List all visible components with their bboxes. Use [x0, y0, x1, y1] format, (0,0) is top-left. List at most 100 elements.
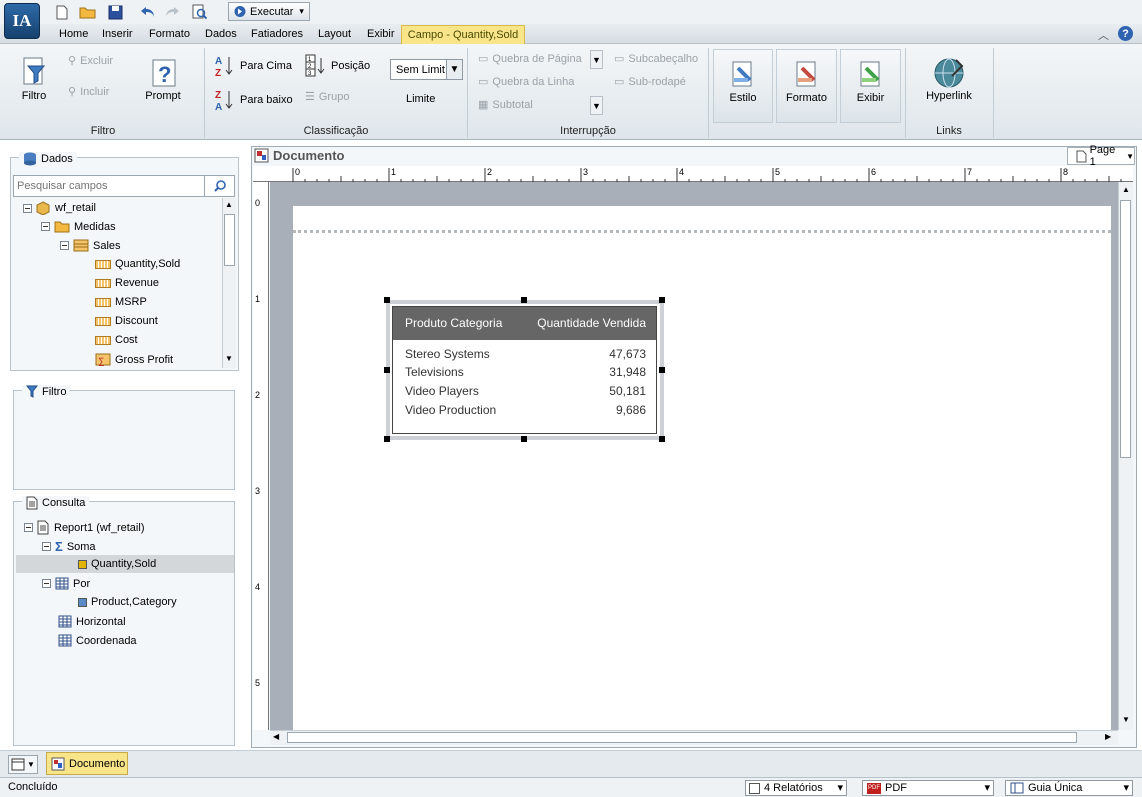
table-row[interactable]: Televisions 31,948 [393, 365, 656, 384]
tab-dados[interactable]: Dados [205, 28, 237, 40]
resize-handle[interactable] [521, 436, 527, 442]
resize-handle[interactable] [384, 297, 390, 303]
app-logo[interactable]: IA [4, 3, 40, 39]
guide-dropdown[interactable]: Guia Única [1005, 780, 1133, 796]
redo-icon[interactable] [162, 3, 181, 21]
scroll-thumb[interactable] [224, 214, 235, 266]
print-preview-icon[interactable] [190, 3, 209, 21]
tree-item-cost[interactable]: Cost [95, 334, 138, 346]
chevron-down-icon[interactable]: ▼ [446, 60, 462, 79]
tree-item-soma[interactable]: Σ Soma [42, 539, 96, 554]
scroll-thumb[interactable] [1120, 200, 1131, 458]
tree-item-por-product-category[interactable]: Product,Category [78, 596, 177, 608]
scroll-down-icon[interactable]: ▼ [225, 354, 233, 363]
header-produto-categoria[interactable]: Produto Categoria [405, 316, 502, 330]
search-input[interactable] [14, 176, 204, 196]
document-vertical-scrollbar[interactable]: ▲ ▼ [1118, 182, 1133, 730]
group-button[interactable]: ☰ Grupo [305, 90, 349, 104]
resize-handle[interactable] [659, 367, 665, 373]
tree-item-quantity-sold[interactable]: Quantity,Sold [95, 258, 180, 270]
collapse-icon[interactable] [24, 523, 33, 532]
tree-scrollbar[interactable]: ▲ ▼ [222, 198, 236, 368]
table-row[interactable]: Video Players 50,181 [393, 384, 656, 403]
help-icon[interactable]: ? [1118, 26, 1133, 41]
tree-item-discount[interactable]: Discount [95, 315, 158, 327]
page-label: Page 1 [1089, 144, 1116, 168]
tree-item-msrp[interactable]: MSRP [95, 296, 147, 308]
report-table[interactable]: Produto Categoria Quantidade Vendida Ste… [392, 306, 657, 434]
tab-home[interactable]: Home [59, 28, 88, 40]
tree-item-report[interactable]: Report1 (wf_retail) [24, 520, 144, 535]
page-break-button[interactable]: ▭ Quebra de Página [478, 52, 582, 66]
tree-item-medidas[interactable]: Medidas [41, 220, 116, 233]
resize-handle[interactable] [384, 436, 390, 442]
tab-layout[interactable]: Layout [318, 28, 351, 40]
table-row[interactable]: Stereo Systems 47,673 [393, 347, 656, 366]
scroll-right-icon[interactable]: ▶ [1105, 732, 1111, 741]
chevron-down-icon[interactable]: ▼ [1126, 152, 1134, 161]
tab-fatiadores[interactable]: Fatiadores [251, 28, 303, 40]
output-format-dropdown[interactable]: PDF PDF [862, 780, 994, 796]
chevron-down-icon[interactable]: ▾ [299, 6, 304, 17]
sort-down-button[interactable]: ZA Para baixo [214, 88, 293, 112]
collapse-icon[interactable] [41, 222, 50, 231]
resize-handle[interactable] [659, 436, 665, 442]
tree-item-soma-quantity-sold[interactable]: Quantity,Sold [78, 558, 156, 570]
view-switch-button[interactable]: ▼ [8, 755, 38, 774]
document-horizontal-scrollbar[interactable]: ◀ ▶ [270, 730, 1118, 745]
tree-item-por[interactable]: Por [42, 577, 90, 590]
subtotal-button[interactable]: ▦ Subtotal [478, 98, 533, 112]
run-button[interactable]: Executar ▾ [228, 2, 310, 21]
save-icon[interactable] [106, 3, 125, 21]
tree-item-revenue[interactable]: Revenue [95, 277, 159, 289]
scroll-thumb[interactable] [287, 732, 1077, 743]
formato-button[interactable]: Formato [776, 49, 837, 123]
tab-exibir[interactable]: Exibir [367, 28, 395, 40]
tree-item-gross-profit[interactable]: ∑ Gross Profit [95, 353, 173, 366]
collapse-icon[interactable] [60, 241, 69, 250]
scroll-up-icon[interactable]: ▲ [225, 200, 233, 209]
line-break-button[interactable]: ▭ Quebra da Linha [478, 75, 574, 89]
sort-up-button[interactable]: AZ Para Cima [214, 54, 292, 78]
incluir-button[interactable]: ⚲ Incluir [68, 85, 109, 99]
page-selector[interactable]: Page 1 ▼ [1067, 144, 1135, 168]
hyperlink-button[interactable]: Hyperlink [918, 56, 980, 102]
position-button[interactable]: 123 Posição [305, 54, 370, 78]
tab-formato[interactable]: Formato [149, 28, 190, 40]
tree-item-horizontal[interactable]: Horizontal [58, 615, 126, 628]
tab-documento[interactable]: Documento [46, 752, 128, 775]
tree-item-wf-retail[interactable]: wf_retail [23, 201, 96, 215]
estilo-button[interactable]: Estilo [713, 49, 773, 123]
subfooter-button[interactable]: ▭ Sub-rodapé [614, 75, 686, 89]
prompt-button[interactable]: ? Prompt [140, 58, 186, 102]
open-folder-icon[interactable] [78, 3, 97, 21]
resize-handle[interactable] [384, 367, 390, 373]
tab-context-field[interactable]: Campo - Quantity,Sold [401, 25, 525, 44]
search-icon[interactable] [204, 176, 234, 196]
collapse-icon[interactable] [23, 203, 32, 213]
subheader-button[interactable]: ▭ Subcabeçalho [614, 52, 698, 66]
tree-item-sales[interactable]: Sales [60, 239, 121, 252]
table-row[interactable]: Video Production 9,686 [393, 403, 656, 422]
tree-item-coordenada[interactable]: Coordenada [58, 634, 137, 647]
measure-field-icon [95, 335, 111, 345]
new-icon[interactable] [52, 3, 71, 21]
collapse-icon[interactable] [42, 579, 51, 588]
chevron-down-icon[interactable]: ▼ [590, 50, 603, 69]
undo-icon[interactable] [138, 3, 157, 21]
header-quantidade-vendida[interactable]: Quantidade Vendida [537, 316, 646, 330]
resize-handle[interactable] [659, 297, 665, 303]
scroll-up-icon[interactable]: ▲ [1122, 185, 1130, 194]
filtro-button[interactable]: Filtro [14, 56, 54, 102]
resize-handle[interactable] [521, 297, 527, 303]
collapse-ribbon-icon[interactable]: ︿ [1098, 27, 1109, 43]
scroll-down-icon[interactable]: ▼ [1122, 715, 1130, 724]
excluir-button[interactable]: ⚲ Excluir [68, 54, 113, 68]
reports-dropdown[interactable]: 4 Relatórios [745, 780, 847, 796]
collapse-icon[interactable] [42, 542, 51, 551]
scroll-left-icon[interactable]: ◀ [273, 732, 279, 741]
chevron-down-icon[interactable]: ▼ [590, 96, 603, 115]
tab-inserir[interactable]: Inserir [102, 28, 133, 40]
limit-select[interactable]: Sem Limit ▼ [390, 59, 463, 80]
exibir-button[interactable]: Exibir [840, 49, 901, 123]
